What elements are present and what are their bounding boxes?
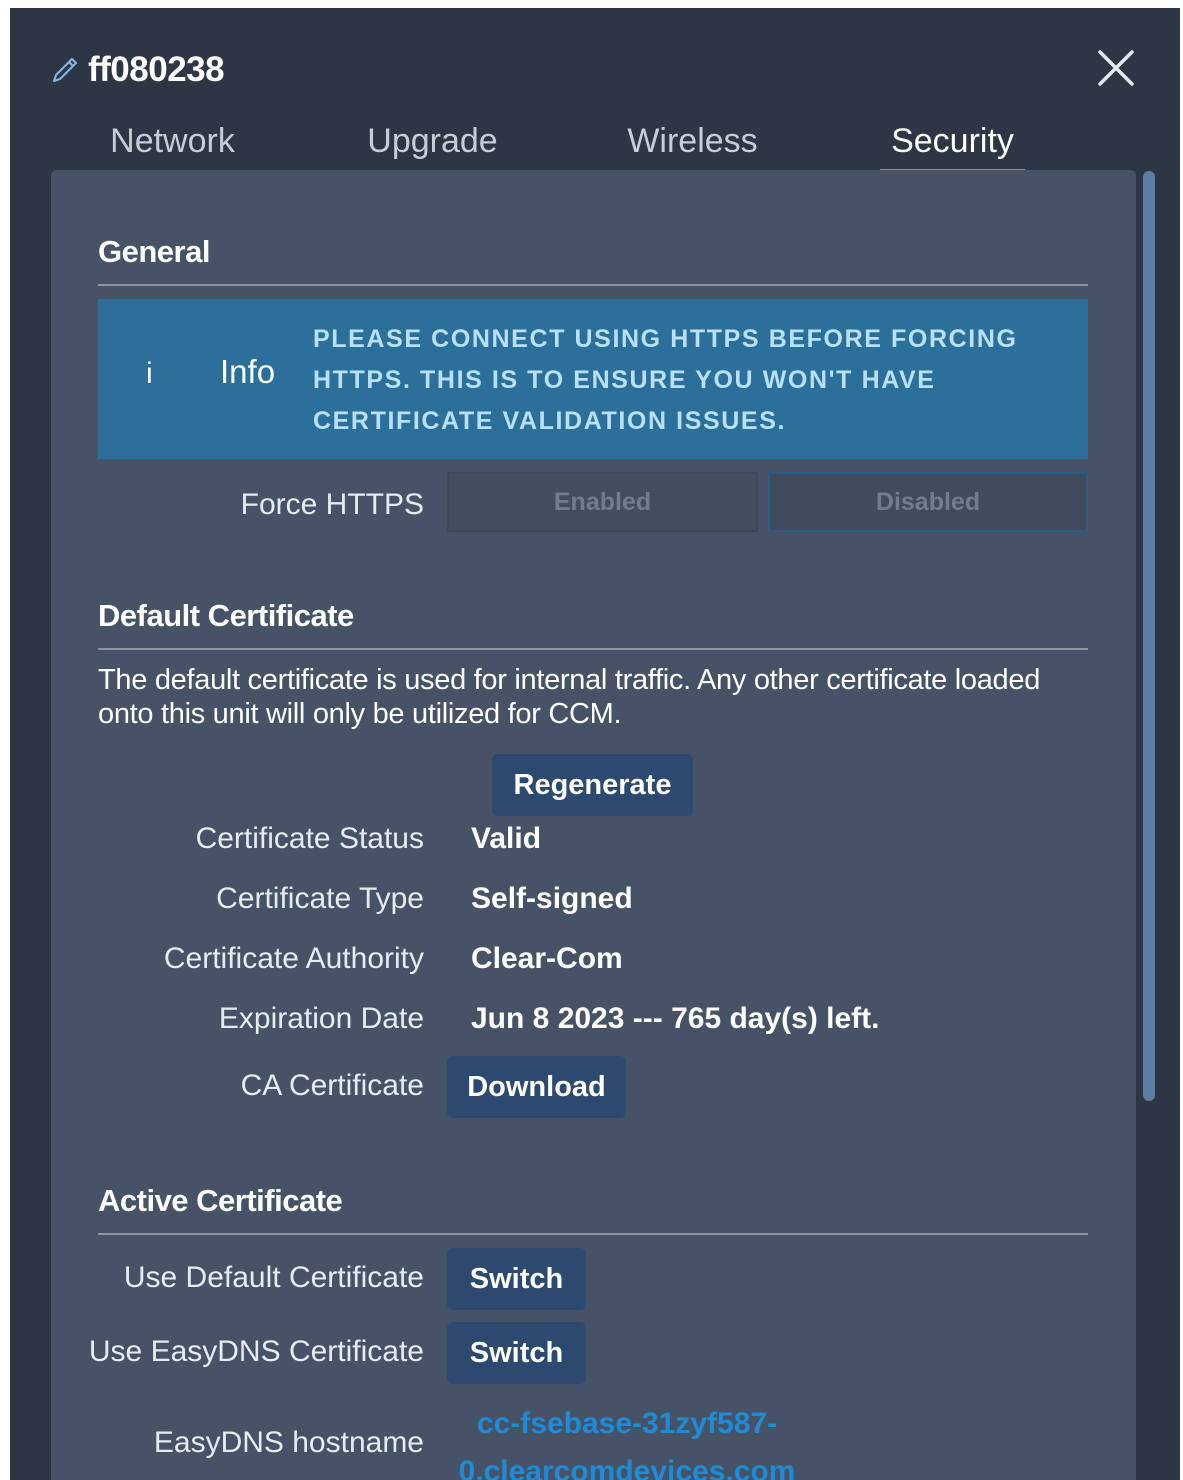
use-easydns-certificate-switch-button[interactable]: Switch (447, 1322, 586, 1384)
force-https-label: Force HTTPS (240, 488, 424, 521)
device-title: ff080238 (88, 50, 225, 89)
section-title-general: General (98, 234, 210, 269)
tab-label: Security (891, 122, 1014, 160)
download-ca-certificate-button[interactable]: Download (447, 1056, 626, 1118)
force-https-enabled-button[interactable]: Enabled (447, 472, 758, 532)
section-title-default-certificate: Default Certificate (98, 598, 354, 633)
divider (98, 648, 1088, 650)
tab-label: Network (110, 122, 235, 160)
certificate-type-label: Certificate Type (216, 882, 424, 915)
info-icon: i (146, 357, 153, 390)
close-icon[interactable] (1096, 48, 1136, 88)
tab-label: Upgrade (367, 122, 498, 160)
use-default-certificate-switch-button[interactable]: Switch (447, 1248, 586, 1310)
info-banner: i Info PLEASE CONNECT USING HTTPS BEFORE… (98, 299, 1088, 459)
dialog-header: ff080238 (48, 50, 225, 90)
use-default-certificate-label: Use Default Certificate (123, 1261, 424, 1294)
tab-bar: Network Upgrade Wireless Security (10, 116, 1110, 178)
info-message: PLEASE CONNECT USING HTTPS BEFORE FORCIN… (313, 325, 1018, 435)
divider (98, 1233, 1088, 1235)
certificate-status-value: Valid (471, 822, 542, 855)
divider (98, 284, 1088, 286)
default-certificate-description: The default certificate is used for inte… (98, 664, 1041, 730)
use-easydns-certificate-label: Use EasyDNS Certificate (88, 1335, 424, 1368)
tab-label: Wireless (627, 122, 758, 160)
tab-security[interactable]: Security (880, 116, 1025, 174)
regenerate-button[interactable]: Regenerate (492, 754, 693, 816)
expiration-date-label: Expiration Date (218, 1002, 424, 1035)
section-title-active-certificate: Active Certificate (98, 1183, 343, 1218)
tab-wireless[interactable]: Wireless (620, 116, 765, 174)
easydns-hostname-label: EasyDNS hostname (153, 1426, 424, 1459)
certificate-type-value: Self-signed (471, 882, 633, 915)
tab-network[interactable]: Network (100, 116, 245, 174)
certificate-authority-label: Certificate Authority (163, 942, 424, 975)
easydns-hostname-link[interactable]: cc-fsebase-31zyf587-0.clearcomdevices.co… (447, 1400, 807, 1480)
force-https-disabled-button[interactable]: Disabled (768, 472, 1088, 532)
tab-upgrade[interactable]: Upgrade (360, 116, 505, 174)
certificate-status-label: Certificate Status (195, 822, 424, 855)
pencil-icon[interactable] (48, 53, 82, 87)
expiration-date-value: Jun 8 2023 --- 765 day(s) left. (471, 1002, 880, 1035)
certificate-authority-value: Clear-Com (471, 942, 623, 975)
info-label: Info (220, 353, 276, 390)
ca-certificate-label: CA Certificate (240, 1069, 424, 1102)
scrollbar-thumb[interactable] (1143, 171, 1155, 1101)
device-settings-dialog: ff080238 Network Upgrade Wireless Securi… (10, 8, 1180, 1480)
